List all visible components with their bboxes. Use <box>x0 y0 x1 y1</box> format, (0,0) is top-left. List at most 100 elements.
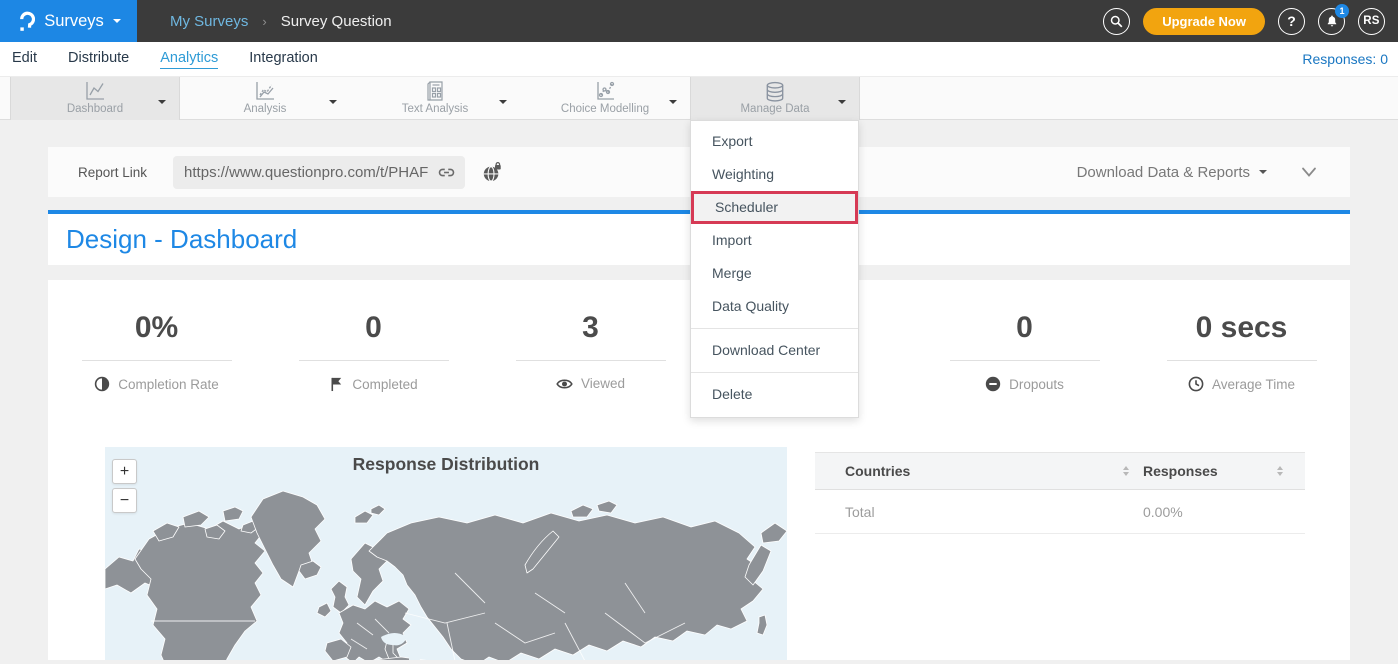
map-ireland <box>317 603 331 617</box>
download-data-reports-dropdown[interactable]: Download Data & Reports <box>1077 164 1267 181</box>
menu-item-import[interactable]: Import <box>691 224 858 257</box>
collapse-section-chevron[interactable] <box>1300 165 1318 179</box>
map-asia <box>369 513 763 660</box>
search-button[interactable] <box>1103 8 1130 35</box>
chevron-down-icon[interactable] <box>669 100 677 108</box>
divider <box>82 360 232 361</box>
menu-item-scheduler[interactable]: Scheduler <box>691 191 858 224</box>
scatter-chart-icon <box>593 80 617 107</box>
link-icon[interactable] <box>436 162 457 183</box>
breadcrumb: My Surveys › Survey Question <box>170 13 392 30</box>
countries-table: Countries Responses Total 0.00% <box>815 452 1305 534</box>
tab-manage-data[interactable]: Manage Data <box>690 77 860 120</box>
chevron-down-icon[interactable] <box>838 100 846 108</box>
stat-value: 0 <box>265 313 482 343</box>
nav-item-analytics[interactable]: Analytics <box>160 50 218 69</box>
stat-average-time: 0 secs Average Time <box>1133 313 1350 392</box>
half-circle-icon <box>94 376 110 392</box>
nav-item-edit[interactable]: Edit <box>12 50 37 68</box>
database-icon <box>763 80 788 109</box>
menu-divider <box>691 328 858 329</box>
map-chukotka <box>761 523 787 543</box>
map-caspian-sea <box>409 644 421 660</box>
stat-completed: 0 Completed <box>265 313 482 392</box>
stat-label: Average Time <box>1212 377 1295 392</box>
response-distribution-map-panel: Response Distribution + − <box>105 447 787 660</box>
menu-item-merge[interactable]: Merge <box>691 257 858 290</box>
chevron-down-icon[interactable] <box>158 100 166 108</box>
menu-item-data-quality[interactable]: Data Quality <box>691 290 858 323</box>
clock-icon <box>1188 376 1204 392</box>
tab-dashboard[interactable]: Dashboard <box>10 77 180 120</box>
nav-item-integration[interactable]: Integration <box>249 50 318 68</box>
chevron-down-icon <box>1300 165 1318 179</box>
download-data-reports-label: Download Data & Reports <box>1077 164 1250 181</box>
stat-value: 0 secs <box>1133 313 1350 343</box>
eye-icon <box>556 377 573 391</box>
breadcrumb-current: Survey Question <box>281 13 392 30</box>
stat-label: Dropouts <box>1009 377 1064 392</box>
product-label: Surveys <box>44 12 104 31</box>
row-responses: 0.00% <box>1143 504 1183 520</box>
stat-viewed: 3 Viewed <box>482 313 699 392</box>
countries-column-header: Countries <box>845 463 910 479</box>
divider <box>299 360 449 361</box>
report-privacy-globe-icon[interactable] <box>482 162 503 183</box>
manage-data-menu: Export Weighting Scheduler Import Merge … <box>690 120 859 418</box>
tab-text-analysis[interactable]: Text Analysis <box>350 77 520 120</box>
stat-value: 0 <box>916 313 1133 343</box>
menu-item-download-center[interactable]: Download Center <box>691 334 858 367</box>
menu-item-delete[interactable]: Delete <box>691 378 858 411</box>
map-japan <box>757 615 767 635</box>
tab-analysis[interactable]: Analysis <box>180 77 350 120</box>
map-europe <box>339 601 411 660</box>
help-button[interactable]: ? <box>1278 8 1305 35</box>
topbar-actions: Upgrade Now ? 1 RS <box>1103 8 1398 35</box>
countries-table-header: Countries Responses <box>815 452 1305 490</box>
responses-column-header: Responses <box>1143 463 1218 479</box>
chevron-down-icon[interactable] <box>499 100 507 108</box>
stat-label: Completion Rate <box>118 377 219 392</box>
table-row-total: Total 0.00% <box>815 490 1305 534</box>
world-map[interactable] <box>105 473 787 660</box>
user-avatar[interactable]: RS <box>1358 8 1385 35</box>
chevron-down-icon[interactable] <box>329 100 337 108</box>
document-icon <box>423 80 447 107</box>
report-url-text: https://www.questionpro.com/t/PHAF <box>184 164 436 181</box>
divider <box>1167 360 1317 361</box>
chevron-down-icon <box>1259 170 1267 178</box>
notifications-button[interactable]: 1 <box>1318 8 1345 35</box>
menu-divider <box>691 372 858 373</box>
stat-dropouts: 0 Dropouts <box>916 313 1133 392</box>
upgrade-now-button[interactable]: Upgrade Now <box>1143 8 1265 35</box>
page-title: Design - Dashboard <box>66 224 297 255</box>
divider <box>950 360 1100 361</box>
search-icon <box>1109 14 1124 29</box>
nav-item-distribute[interactable]: Distribute <box>68 50 129 68</box>
map-north-america <box>135 521 265 660</box>
chevron-down-icon <box>113 19 121 27</box>
line-chart-icon <box>83 80 107 107</box>
flag-icon <box>329 376 344 392</box>
minus-circle-icon <box>985 376 1001 392</box>
sort-countries-icon[interactable] <box>1123 463 1129 479</box>
stat-value: 0% <box>48 313 265 343</box>
notification-badge: 1 <box>1335 4 1349 18</box>
stat-label: Completed <box>352 377 417 392</box>
responses-count: Responses: 0 <box>1302 51 1388 67</box>
stat-value: 3 <box>482 313 699 343</box>
menu-item-export[interactable]: Export <box>691 125 858 158</box>
topbar: Surveys My Surveys › Survey Question Upg… <box>0 0 1398 42</box>
area-chart-icon <box>253 80 277 107</box>
surveys-menu-button[interactable]: Surveys <box>0 0 137 42</box>
secondary-nav: Edit Distribute Analytics Integration Re… <box>0 42 1398 77</box>
stat-label: Viewed <box>581 376 625 391</box>
sort-responses-icon[interactable] <box>1277 463 1283 479</box>
questionpro-logo-icon <box>16 10 35 33</box>
menu-item-weighting[interactable]: Weighting <box>691 158 858 191</box>
stat-completion-rate: 0% Completion Rate <box>48 313 265 392</box>
map-title: Response Distribution <box>105 454 787 475</box>
report-url-field[interactable]: https://www.questionpro.com/t/PHAF <box>173 156 465 189</box>
tab-choice-modelling[interactable]: Choice Modelling <box>520 77 690 120</box>
breadcrumb-my-surveys[interactable]: My Surveys <box>170 13 248 30</box>
